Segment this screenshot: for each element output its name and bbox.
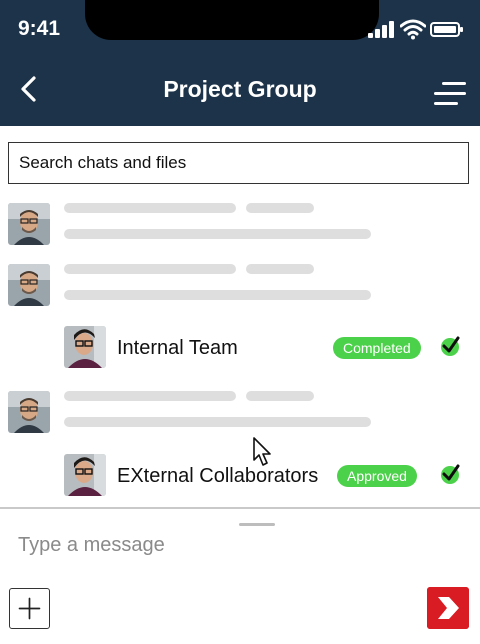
- avatar: [8, 264, 50, 306]
- menu-button[interactable]: [430, 78, 470, 110]
- check-circle-icon: [441, 464, 460, 484]
- plus-icon: [18, 597, 41, 620]
- send-button[interactable]: [427, 587, 469, 629]
- message-placeholder: [64, 229, 371, 239]
- group-name: EXternal Collaborators: [117, 465, 319, 487]
- check-circle-icon: [441, 336, 460, 356]
- app-header: 9:41 Project Group: [0, 0, 480, 126]
- chat-message-row[interactable]: [0, 264, 480, 320]
- message-placeholder: [246, 203, 314, 213]
- message-placeholder: [246, 391, 314, 401]
- status-time: 9:41: [18, 17, 61, 40]
- avatar: [8, 391, 50, 433]
- message-input[interactable]: [8, 528, 408, 562]
- signal-icon: [368, 20, 394, 38]
- chat-message-row[interactable]: [0, 203, 480, 259]
- status-icons: [368, 19, 468, 42]
- message-placeholder: [64, 391, 236, 401]
- message-placeholder: [64, 203, 236, 213]
- status-badge: Approved: [337, 465, 417, 487]
- message-placeholder: [64, 264, 236, 274]
- search-input[interactable]: [8, 142, 469, 184]
- message-placeholder: [64, 417, 371, 427]
- avatar: [64, 454, 106, 496]
- composer-divider: [0, 507, 480, 509]
- drag-handle[interactable]: [239, 523, 275, 526]
- device-notch: [85, 0, 379, 40]
- message-placeholder: [64, 290, 371, 300]
- battery-icon: [430, 22, 463, 37]
- page-title: Project Group: [163, 76, 317, 102]
- message-placeholder: [246, 264, 314, 274]
- chat-message-row[interactable]: [0, 391, 480, 447]
- group-name: Internal Team: [117, 337, 238, 359]
- group-item[interactable]: EXternal Collaborators Approved: [0, 454, 480, 498]
- status-badge: Completed: [333, 337, 421, 359]
- avatar: [8, 203, 50, 245]
- add-attachment-button[interactable]: [9, 588, 50, 629]
- wifi-icon: [400, 19, 426, 40]
- group-item[interactable]: Internal Team Completed: [0, 326, 480, 370]
- avatar: [64, 326, 106, 368]
- mouse-cursor-icon: [253, 437, 271, 466]
